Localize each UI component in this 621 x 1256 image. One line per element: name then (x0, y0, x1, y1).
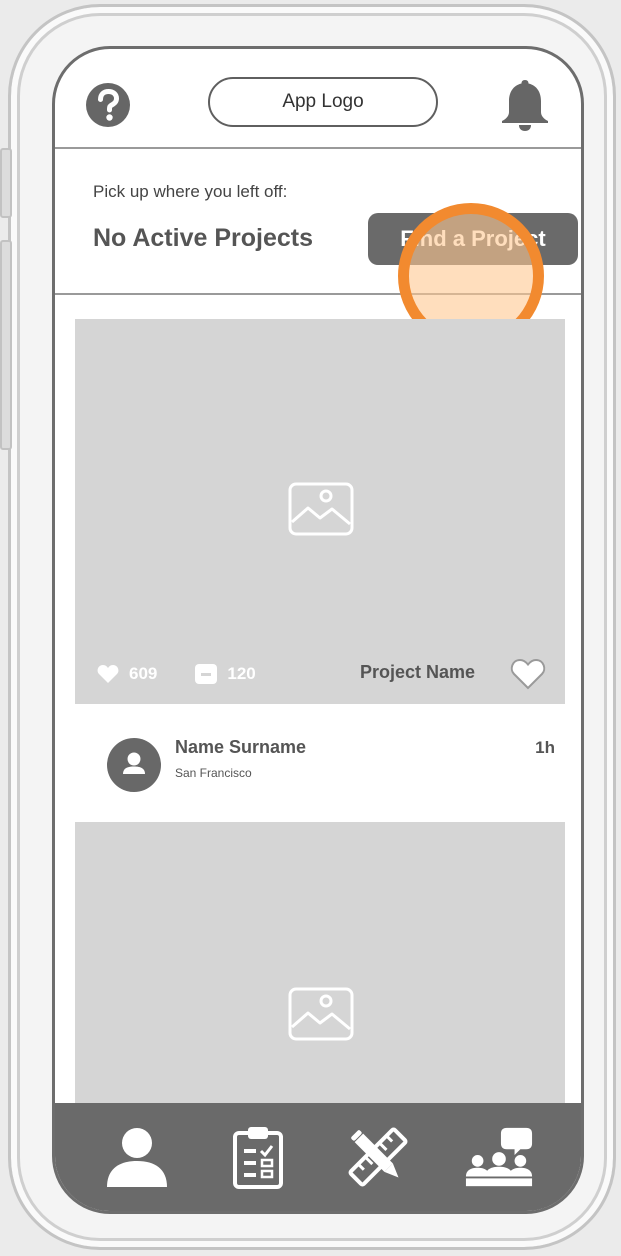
project-name[interactable]: Project Name (360, 662, 475, 683)
question-circle-icon[interactable] (85, 82, 131, 128)
tab-community[interactable] (464, 1122, 534, 1192)
app-logo[interactable]: App Logo (208, 77, 438, 127)
bottom-tab-bar (55, 1103, 581, 1211)
favorite-heart-icon[interactable] (510, 657, 546, 691)
avatar[interactable] (107, 738, 161, 792)
pencil-ruler-icon (348, 1127, 408, 1187)
resume-title: No Active Projects (93, 224, 313, 252)
comment-icon[interactable] (195, 664, 218, 684)
image-placeholder-icon (288, 482, 354, 536)
project-image[interactable]: 609 120 Project Name (75, 319, 565, 704)
image-placeholder-icon (288, 987, 354, 1041)
side-button-upper (0, 148, 12, 218)
heart-icon[interactable] (97, 664, 119, 684)
tab-profile[interactable] (102, 1122, 172, 1192)
author-location: San Francisco (175, 766, 252, 780)
comment-count: 120 (227, 664, 256, 683)
author-name[interactable]: Name Surname (175, 737, 306, 758)
tab-tasks[interactable] (223, 1122, 293, 1192)
author-row[interactable]: Name Surname San Francisco 1h (75, 704, 565, 822)
tab-design[interactable] (343, 1122, 413, 1192)
user-icon (123, 752, 145, 774)
post-time: 1h (535, 738, 555, 757)
bell-icon[interactable] (497, 76, 553, 132)
like-count: 609 (129, 664, 158, 683)
project-feed: 609 120 Project Name Name Surname San Fr… (75, 319, 565, 1122)
app-header: App Logo (55, 49, 581, 149)
project-image[interactable] (75, 822, 565, 1122)
resume-subtitle: Pick up where you left off: (93, 182, 288, 201)
phone-screen: App Logo Pick up where you left off: No … (52, 46, 584, 1214)
project-stats: 609 120 (97, 659, 294, 689)
side-button-lower (0, 240, 12, 450)
profile-icon (107, 1128, 168, 1187)
clipboard-checklist-icon (232, 1127, 283, 1189)
resume-section: Pick up where you left off: No Active Pr… (55, 149, 581, 349)
community-chat-icon (465, 1127, 532, 1187)
